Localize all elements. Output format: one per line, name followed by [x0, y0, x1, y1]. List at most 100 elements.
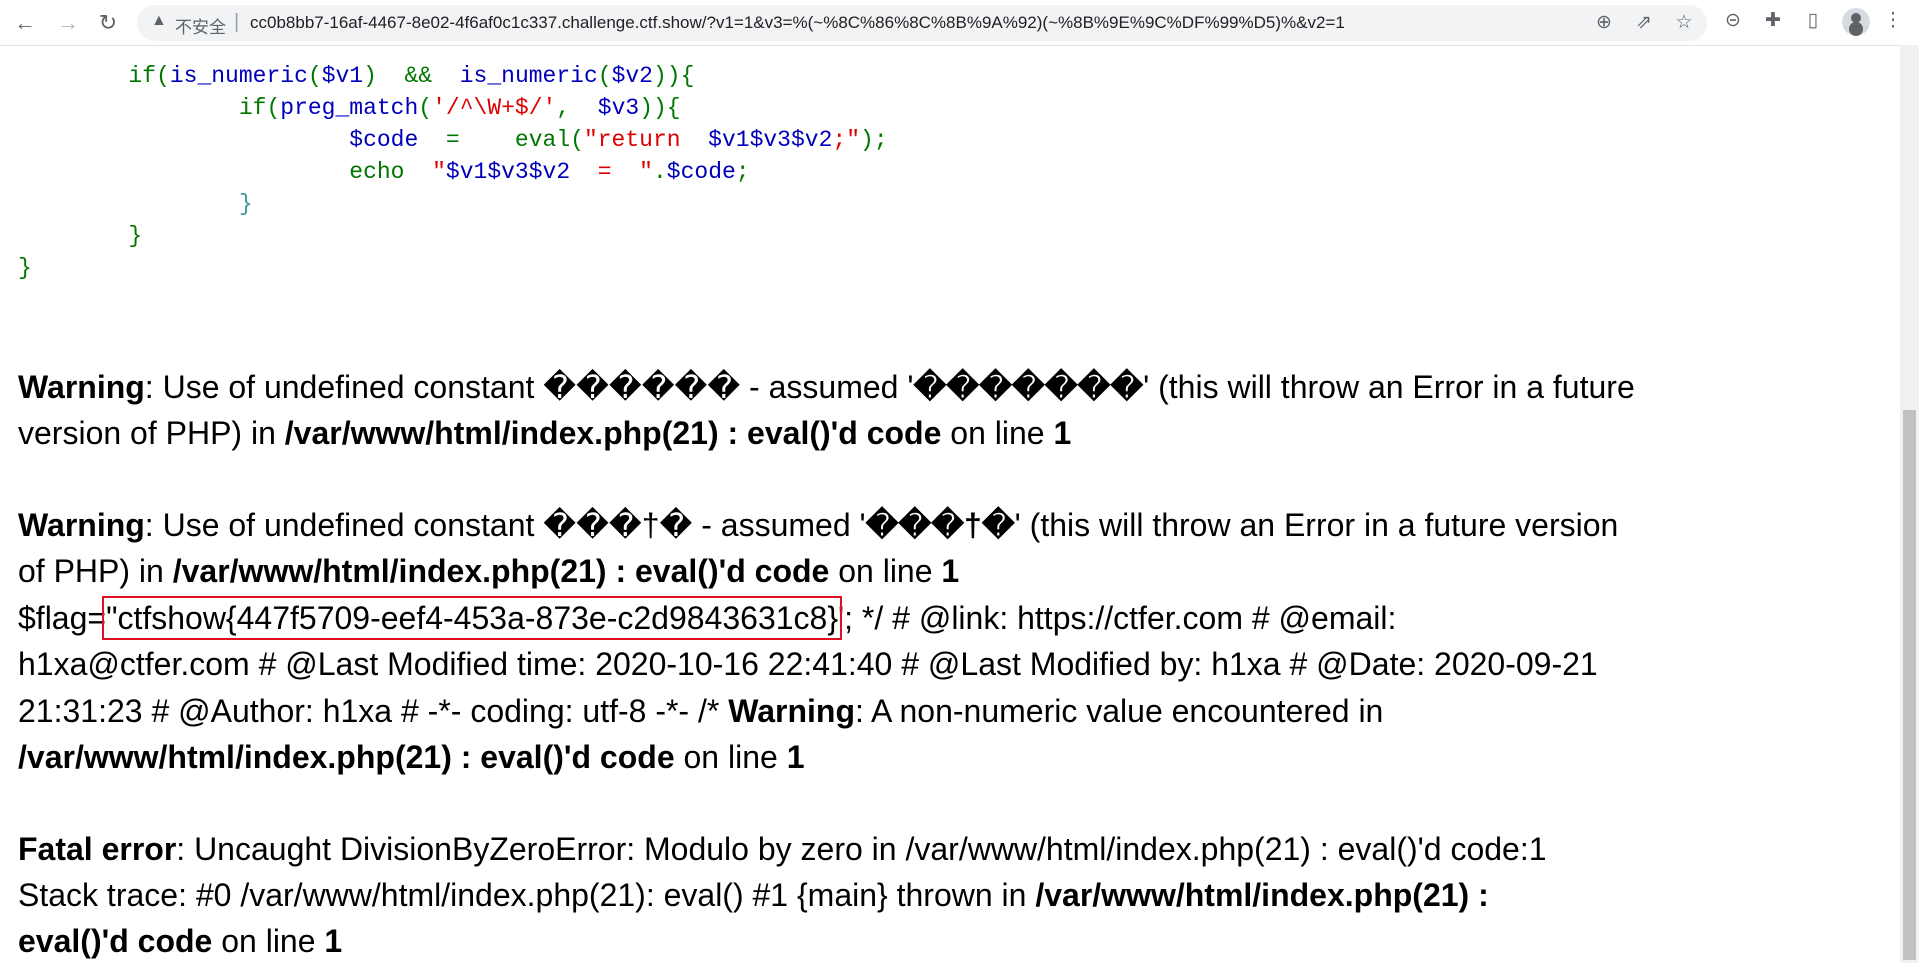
reload-icon[interactable]: ↻ — [93, 8, 123, 38]
output-text: ���†� — [865, 507, 1015, 543]
code-line: echo "$v1$v3$v2 = ".$code; — [18, 156, 888, 188]
output-line: h1xa@ctfer.com # @Last Modified time: 20… — [18, 641, 1598, 688]
code-token: )){ — [653, 63, 695, 89]
output-text: Warning — [18, 369, 145, 405]
code-token: = — [432, 127, 502, 153]
code-token: " — [639, 159, 653, 185]
output-text: ' (this will throw an Error in a future — [1143, 369, 1635, 405]
code-token: $v1$v3$v2 — [708, 127, 833, 153]
code-token: echo — [349, 159, 433, 185]
output-line: $flag="ctfshow{447f5709-eef4-453a-873e-c… — [18, 595, 1396, 642]
code-token: if( — [238, 95, 281, 121]
output-line: Warning: Use of undefined constant �����… — [18, 364, 1635, 411]
output-text: /var/www/html/index.php(21) : — [1035, 877, 1489, 913]
output-text: ������� — [913, 369, 1144, 405]
avatar-icon[interactable] — [1842, 8, 1870, 36]
minus-circle-icon[interactable]: ⊝ — [1720, 9, 1746, 32]
code-line: $code = eval("return $v1$v3$v2;"); — [18, 124, 888, 156]
browser-toolbar: ← → ↻ ▲ 不安全 | cc0b8bb7-16af-4467-8e02-4f… — [0, 0, 1919, 46]
code-token: $v3 — [597, 95, 640, 121]
code-token: ; — [735, 159, 750, 185]
menu-icon[interactable]: ⋮ — [1880, 9, 1906, 32]
sidebar-icon[interactable]: ▯ — [1800, 9, 1826, 32]
source-code: if(is_numeric($v1) && is_numeric($v2)){ … — [18, 60, 888, 284]
output-text: : Use of undefined constant ���†� - assu… — [144, 507, 866, 543]
output-line: /var/www/html/index.php(21) : eval()'d c… — [18, 734, 804, 781]
separator: | — [234, 11, 240, 33]
code-token: if( — [128, 63, 170, 89]
output-line: Warning: Use of undefined constant ���†�… — [18, 502, 1618, 549]
share-icon[interactable]: ⇗ — [1632, 11, 1656, 34]
output-line: of PHP) in /var/www/html/index.php(21) :… — [18, 548, 959, 595]
code-token: preg_match — [280, 95, 419, 121]
output-text: '; */ # @link: https://ctfer.com # @emai… — [838, 600, 1397, 636]
output-line: Stack trace: #0 /var/www/html/index.php(… — [18, 872, 1489, 919]
url-text[interactable]: cc0b8bb7-16af-4467-8e02-4f6af0c1c337.cha… — [250, 13, 1345, 33]
code-token: ;" — [832, 127, 861, 153]
output-text: 21:31:23 # @Author: h1xa # -*- coding: u… — [18, 693, 729, 729]
code-token: $v1 — [321, 63, 364, 89]
forward-icon[interactable]: → — [53, 8, 83, 38]
output-text: 1 — [941, 553, 960, 589]
output-text: : Use of undefined constant ������ - ass… — [144, 369, 914, 405]
code-token: ( — [597, 63, 612, 89]
code-token: is_numeric — [459, 63, 598, 89]
output-text: 1 — [1053, 415, 1072, 451]
code-token: ); — [860, 127, 888, 153]
extension-icon[interactable]: ✚ — [1760, 9, 1786, 32]
output-text: ' (this will throw an Error in a future … — [1014, 507, 1619, 543]
output-text: /var/www/html/index.php(21) : eval()'d c… — [284, 415, 942, 451]
output-text: eval()'d code — [18, 923, 213, 959]
output-text: /var/www/html/index.php(21) : eval()'d c… — [18, 739, 675, 775]
warning-icon[interactable]: ▲ — [151, 12, 167, 30]
output-line: Fatal error: Uncaught DivisionByZeroErro… — [18, 826, 1547, 873]
zoom-icon[interactable]: ⊕ — [1592, 11, 1616, 34]
output-text: : Uncaught DivisionByZeroError: Modulo b… — [176, 831, 1547, 867]
output-text: version of PHP) in — [18, 415, 285, 451]
code-token: " — [432, 159, 446, 185]
output-line: version of PHP) in /var/www/html/index.p… — [18, 410, 1071, 457]
code-token: . — [652, 159, 667, 185]
scrollbar-thumb[interactable] — [1903, 410, 1916, 960]
code-line: if(preg_match('/^\W+$/', $v3)){ — [18, 92, 888, 124]
output-text: on line — [212, 923, 325, 959]
address-bar[interactable]: ▲ 不安全 | cc0b8bb7-16af-4467-8e02-4f6af0c1… — [137, 5, 1707, 41]
code-token: } — [128, 223, 143, 249]
star-icon[interactable]: ☆ — [1672, 11, 1696, 34]
output-text: of PHP) in — [18, 553, 173, 589]
code-token: = — [570, 159, 640, 185]
code-token: eval( — [501, 127, 584, 153]
code-token: ( — [307, 63, 322, 89]
output-text: h1xa@ctfer.com # @Last Modified time: 20… — [18, 646, 1598, 682]
code-token: ) && — [363, 63, 460, 89]
code-token: } — [18, 255, 32, 281]
output-text: 1 — [786, 739, 805, 775]
code-token: $code — [666, 159, 736, 185]
output-text: on line — [829, 553, 942, 589]
code-token: ( — [418, 95, 433, 121]
back-icon[interactable]: ← — [10, 8, 40, 38]
code-token: $v1$v3$v2 — [445, 159, 571, 185]
code-line: } — [18, 252, 888, 284]
code-token: $v2 — [611, 63, 653, 89]
output-line: 21:31:23 # @Author: h1xa # -*- coding: u… — [18, 688, 1383, 735]
output-line: eval()'d code on line 1 — [18, 918, 342, 965]
output-text: Warning — [728, 693, 855, 729]
code-line: } — [18, 220, 888, 252]
output-text: 1 — [324, 923, 343, 959]
output-text: Warning — [18, 507, 145, 543]
code-line: if(is_numeric($v1) && is_numeric($v2)){ — [18, 60, 888, 92]
code-token: $code — [349, 127, 433, 153]
code-token: is_numeric — [169, 63, 308, 89]
output-text: Fatal error — [18, 831, 177, 867]
code-token: } — [238, 191, 253, 217]
scrollbar[interactable] — [1900, 45, 1919, 963]
code-token: "return — [583, 127, 709, 153]
output-text: on line — [674, 739, 787, 775]
insecure-label[interactable]: 不安全 — [175, 13, 226, 38]
